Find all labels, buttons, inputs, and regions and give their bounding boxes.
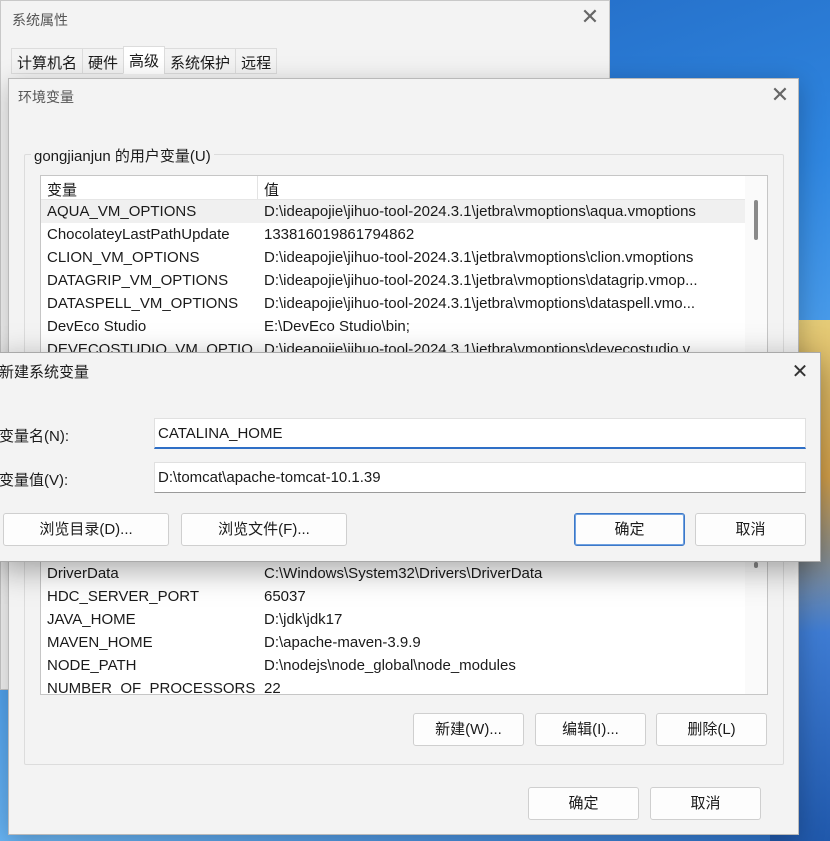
variable-value: D:\ideapojie\jihuo-tool-2024.3.1\jetbra\… (264, 203, 696, 220)
environment-variables-title: 环境变量 (18, 89, 74, 105)
variable-value: D:\ideapojie\jihuo-tool-2024.3.1\jetbra\… (264, 295, 696, 312)
user-variables-label: gongjianjun 的用户变量(U) (31, 145, 214, 166)
environment-variables-close-icon[interactable]: ✕ (769, 85, 791, 107)
tab-remote[interactable]: 远程 (235, 48, 278, 74)
table-row[interactable]: NODE_PATH D:\nodejs\node_global\node_mod… (41, 654, 767, 677)
system-properties-close-icon[interactable]: ✕ (579, 7, 601, 29)
table-row[interactable]: CLION_VM_OPTIONS D:\ideapojie\jihuo-tool… (41, 246, 767, 269)
table-row[interactable]: DevEco Studio E:\DevEco Studio\bin; (41, 315, 767, 338)
table-row[interactable]: HDC_SERVER_PORT 65037 (41, 585, 767, 608)
variable-value: D:\nodejs\node_global\node_modules (264, 657, 516, 674)
column-header-value[interactable]: 值 (258, 176, 285, 199)
new-variable-button[interactable]: 新建(W)... (413, 713, 524, 746)
variable-name: MAVEN_HOME (47, 634, 153, 651)
variable-value: D:\ideapojie\jihuo-tool-2024.3.1\jetbra\… (264, 249, 694, 266)
tab-hardware[interactable]: 硬件 (82, 48, 125, 74)
browse-file-button[interactable]: 浏览文件(F)... (181, 513, 347, 546)
env-cancel-button[interactable]: 取消 (650, 787, 761, 820)
env-ok-button[interactable]: 确定 (528, 787, 639, 820)
table-row[interactable]: NUMBER_OF_PROCESSORS 22 (41, 677, 767, 695)
variable-value: 133816019861794862 (264, 226, 415, 243)
new-system-variable-close-icon[interactable]: ✕ (789, 360, 811, 382)
table-row[interactable]: DATAGRIP_VM_OPTIONS D:\ideapojie\jihuo-t… (41, 269, 767, 292)
variable-name: DriverData (47, 565, 119, 582)
variable-value: 22 (264, 680, 281, 695)
table-row[interactable]: MAVEN_HOME D:\apache-maven-3.9.9 (41, 631, 767, 654)
user-variables-scroll-thumb[interactable] (754, 200, 758, 240)
tab-system-protection[interactable]: 系统保护 (164, 48, 237, 74)
column-header-name[interactable]: 变量 (41, 176, 258, 199)
variable-value: D:\apache-maven-3.9.9 (264, 634, 421, 651)
system-properties-title: 系统属性 (12, 12, 68, 28)
system-variables-list[interactable]: DriverData C:\Windows\System32\Drivers\D… (40, 561, 768, 695)
variable-name: AQUA_VM_OPTIONS (47, 203, 197, 220)
user-variables-scrollbar[interactable] (745, 176, 767, 354)
system-properties-tabs: 计算机名 硬件 高级 系统保护 远程 (11, 46, 278, 74)
table-row[interactable]: AQUA_VM_OPTIONS D:\ideapojie\jihuo-tool-… (41, 200, 767, 223)
system-variables-scroll-thumb[interactable] (754, 562, 758, 568)
variable-name: CLION_VM_OPTIONS (47, 249, 200, 266)
variable-value: 65037 (264, 588, 306, 605)
variable-value: D:\ideapojie\jihuo-tool-2024.3.1\jetbra\… (264, 272, 698, 289)
variable-name: DATAGRIP_VM_OPTIONS (47, 272, 229, 289)
delete-variable-button[interactable]: 删除(L) (656, 713, 767, 746)
table-row[interactable]: JAVA_HOME D:\jdk\jdk17 (41, 608, 767, 631)
system-variables-scrollbar[interactable] (745, 562, 767, 694)
variable-name: DevEco Studio (47, 318, 147, 335)
new-system-variable-dialog: 新建系统变量 ✕ 变量名(N): 变量值(V): 浏览目录(D)... 浏览文件… (0, 352, 821, 562)
edit-variable-button[interactable]: 编辑(I)... (535, 713, 646, 746)
table-row[interactable]: ChocolateyLastPathUpdate 133816019861794… (41, 223, 767, 246)
table-row[interactable]: DATASPELL_VM_OPTIONS D:\ideapojie\jihuo-… (41, 292, 767, 315)
variable-name: HDC_SERVER_PORT (47, 588, 199, 605)
variable-value: C:\Windows\System32\Drivers\DriverData (264, 565, 543, 582)
variable-value: D:\jdk\jdk17 (264, 611, 343, 628)
table-row[interactable]: DriverData C:\Windows\System32\Drivers\D… (41, 562, 767, 585)
new-cancel-button[interactable]: 取消 (695, 513, 806, 546)
variable-name-input[interactable] (154, 418, 806, 449)
variable-name: JAVA_HOME (47, 611, 136, 628)
variable-name: NODE_PATH (47, 657, 137, 674)
user-variables-list[interactable]: 变量 值 AQUA_VM_OPTIONS D:\ideapojie\jihuo-… (40, 175, 768, 355)
new-system-variable-title: 新建系统变量 (0, 364, 90, 381)
variable-value: E:\DevEco Studio\bin; (264, 318, 410, 335)
new-ok-button[interactable]: 确定 (574, 513, 685, 546)
variable-name-label: 变量名(N): (0, 428, 69, 445)
variable-name: NUMBER_OF_PROCESSORS (47, 680, 256, 695)
tab-advanced[interactable]: 高级 (123, 46, 166, 74)
browse-directory-button[interactable]: 浏览目录(D)... (3, 513, 169, 546)
variable-value-label: 变量值(V): (0, 472, 69, 489)
tab-computer-name[interactable]: 计算机名 (11, 48, 84, 74)
variable-name: DATASPELL_VM_OPTIONS (47, 295, 239, 312)
variable-value-input[interactable] (154, 462, 806, 493)
user-variables-header: 变量 值 (41, 176, 767, 200)
variable-name: ChocolateyLastPathUpdate (47, 226, 230, 243)
